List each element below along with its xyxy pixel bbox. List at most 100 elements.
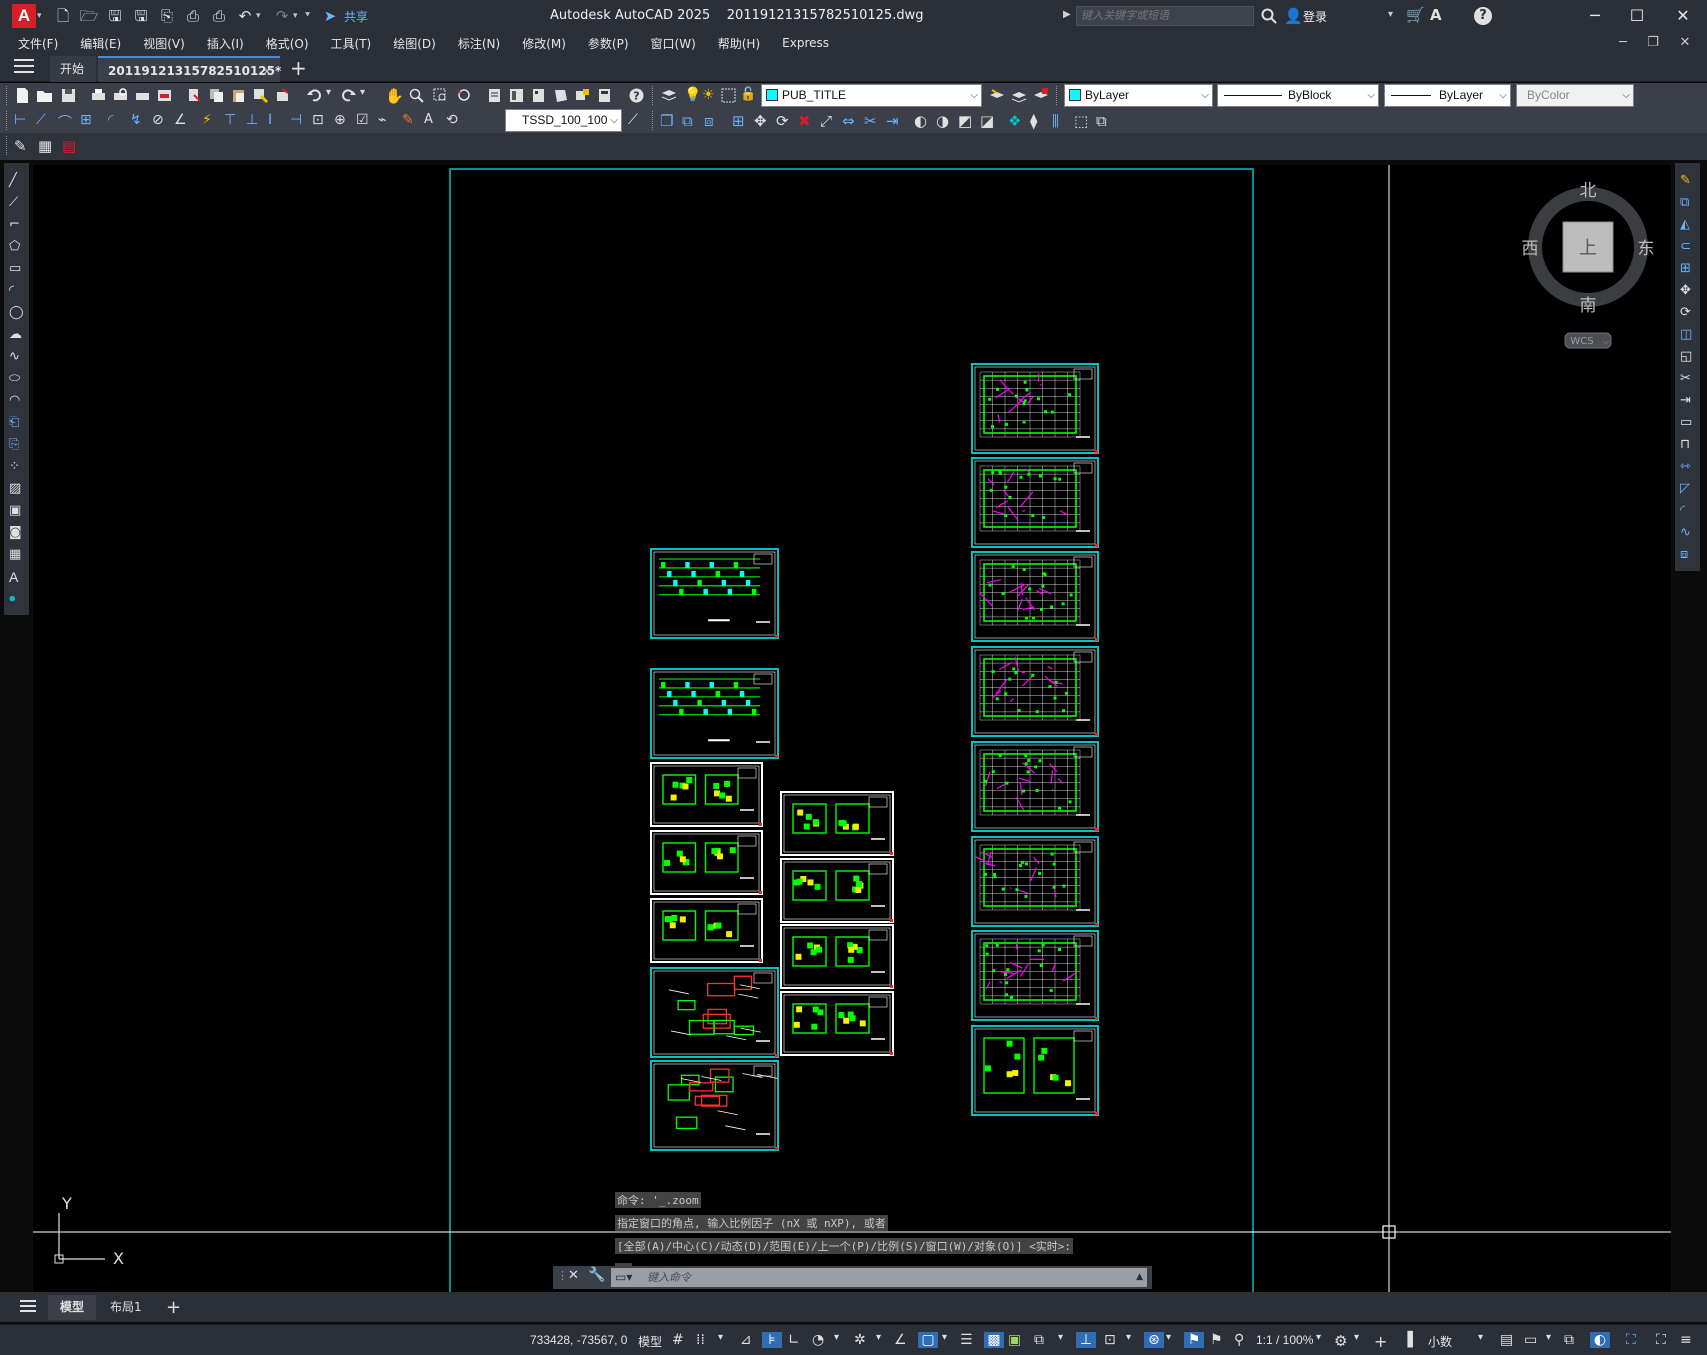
command-grip-icon[interactable]: ⋮ [557,1269,568,1282]
menu-window[interactable]: 窗口(W) [644,35,708,52]
fillet-icon[interactable]: ◜ [1680,503,1695,518]
pedit-icon[interactable]: ⬚ [1074,112,1091,130]
save-icon[interactable]: 🖫 [105,6,125,26]
arc-icon[interactable]: ◜ [9,283,24,298]
object-snap-icon[interactable]: ▢ [918,1332,938,1348]
blend-icon[interactable]: ⧫ [1030,112,1047,130]
dimension-style-icon[interactable]: ⟋ [628,112,645,129]
annotation-scale-icon[interactable]: ⚲ [1234,1332,1250,1348]
color-dropdown[interactable]: ByLayer ⌵ [1064,84,1213,107]
redo-dropdown-icon[interactable]: ▾ [360,87,377,104]
quick-dimension-icon[interactable]: ⚡ [202,112,219,129]
lock-ui-icon[interactable]: ▭ [1524,1332,1540,1348]
doc-close-button[interactable]: ✕ [1672,32,1698,54]
qnew-icon[interactable] [14,87,31,104]
polar-dropdown-icon[interactable]: ▾ [834,1332,850,1348]
publish-icon[interactable] [134,87,151,104]
baseline-dimension-icon[interactable]: ⊤ [224,112,241,129]
break-icon[interactable]: ◐ [914,112,931,130]
workspace-dropdown-icon[interactable]: ▾ [1354,1332,1370,1348]
explode-icon[interactable]: ⧈ [1680,547,1695,562]
toolbar-grip[interactable] [652,111,655,130]
zoom-realtime-icon[interactable] [408,87,425,104]
tab-close-icon[interactable]: × [262,58,272,84]
aligned-dimension-icon[interactable]: ⟋ [36,112,53,129]
help-toolbar-icon[interactable]: ? [628,87,645,104]
new-file-icon[interactable]: 🗋 [53,6,73,26]
redo-icon[interactable]: ↷ [272,6,292,26]
gradient-icon[interactable]: ▣ [9,503,24,518]
rotate-icon[interactable]: ⟳ [1680,305,1695,320]
array-icon[interactable]: ⊞ [732,112,749,130]
dimension-text-edit-icon[interactable]: A [424,112,441,129]
isodraft-dropdown-icon[interactable]: ▾ [876,1332,892,1348]
make-block-icon[interactable]: ⎘ [9,437,24,452]
layer-unlock-icon[interactable]: 🔓 [740,87,757,104]
model-space-toggle[interactable]: 模型 [638,1333,662,1350]
stretch-icon[interactable]: ◱ [1680,349,1695,364]
radius-dimension-icon[interactable]: ◜ [108,112,125,129]
viewcube-south[interactable]: 南 [1580,296,1597,316]
center-mark-icon[interactable]: ⊕ [334,112,351,129]
revision-cloud-icon[interactable]: ☁ [9,327,24,342]
save-as-icon[interactable]: 🖫 [131,6,151,26]
align-icon[interactable]: ⫼ [1052,112,1069,130]
annotation-scale-value[interactable]: 1:1 / 100% [1256,1333,1313,1347]
login-caret-icon[interactable]: ▾ [1388,9,1393,20]
redo-icon[interactable] [340,87,357,104]
save-icon[interactable] [60,87,77,104]
menu-edit[interactable]: 编辑(E) [73,35,133,52]
rectangle-icon[interactable]: ▭ [9,261,24,276]
menu-parametric[interactable]: 参数(P) [581,35,641,52]
file-tabs-menu-icon[interactable] [14,59,34,75]
annotation-scale-dropdown-icon[interactable]: ▾ [1316,1332,1332,1348]
cut-icon[interactable] [186,87,203,104]
units-dropdown-icon[interactable]: ▾ [1478,1332,1494,1348]
search-expand-icon[interactable]: ▶ [1063,9,1071,20]
menu-file[interactable]: 文件(F) [11,35,70,52]
3d-osnap-icon[interactable]: ⧉ [1034,1332,1050,1348]
scale-icon[interactable]: ◫ [1680,327,1695,342]
mirror-icon[interactable]: ⧉ [682,112,699,130]
toolbar-grip[interactable] [6,111,9,130]
tab-model[interactable]: 模型 [48,1295,97,1320]
close-button[interactable]: ✕ [1663,0,1703,32]
lock-ui-dropdown-icon[interactable]: ▾ [1546,1332,1562,1348]
attribute-edit-icon[interactable]: ▤ [62,137,79,155]
quickcalc-icon[interactable] [596,87,613,104]
toolbar-grip[interactable] [652,86,655,105]
polyline-icon[interactable]: ⌐ [9,217,24,232]
add-selected-icon[interactable]: ⦁ [9,591,24,606]
cart-icon[interactable]: 🛒 [1406,6,1425,24]
viewcube-east[interactable]: 东 [1638,239,1655,259]
offset-icon[interactable]: ⧈ [704,112,721,130]
scale-icon[interactable]: ⤢ [820,112,837,130]
help-icon[interactable]: ? [1474,7,1492,25]
move-icon[interactable]: ✥ [754,112,771,130]
infer-constraints-icon[interactable]: ⊿ [740,1332,756,1348]
angular-dimension-icon[interactable]: ∠ [174,112,191,129]
menu-dimension[interactable]: 标注(N) [451,35,512,52]
zoom-window-icon[interactable] [432,87,449,104]
coordinate-readout[interactable]: 733428, -73567, 0 [530,1333,627,1347]
menu-draw[interactable]: 绘图(D) [386,35,448,52]
hatch-icon[interactable]: ▨ [9,481,24,496]
plot-icon[interactable] [90,87,107,104]
toolbar-grip[interactable] [1056,86,1059,105]
polar-tracking-icon[interactable]: ◔ [812,1332,828,1348]
annotation-monitor-icon[interactable]: + [1374,1332,1390,1351]
linetype-dropdown[interactable]: ByBlock ⌵ [1217,84,1379,107]
viewcube-west[interactable]: 西 [1522,239,1539,259]
dynamic-input-icon[interactable]: ⊧ [762,1332,782,1348]
dimstyle-dropdown[interactable]: TSSD_100_100 ⌵ [505,109,622,132]
gizmo-icon[interactable]: ⊛ [1144,1332,1164,1348]
toolbar-grip[interactable] [6,86,9,105]
menu-modify[interactable]: 修改(M) [515,35,578,52]
isolate-objects-icon[interactable]: ⧉ [1564,1332,1580,1348]
share-label[interactable]: 共享 [344,8,368,25]
toolbar-grip[interactable] [6,136,9,155]
layout-menu-icon[interactable] [20,1300,36,1312]
model-space-canvas[interactable]: Y X 上 北 南 东 西 WCS ⌵ [33,165,1671,1292]
auto-scale-icon[interactable]: ⚑ [1210,1332,1226,1348]
layer-previous-icon[interactable] [1010,87,1027,104]
